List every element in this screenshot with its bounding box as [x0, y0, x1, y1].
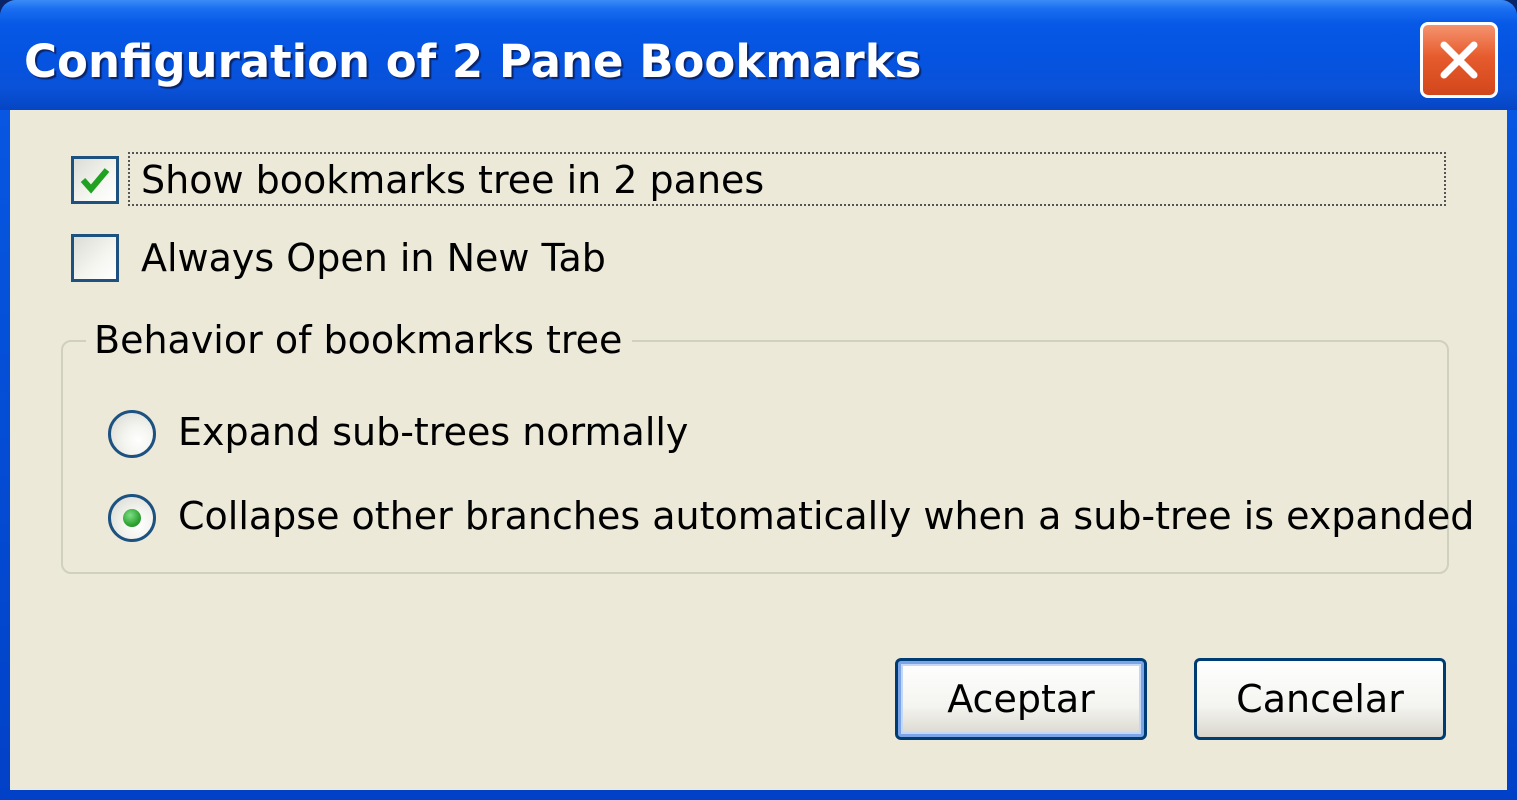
expand-normally-label: Expand sub-trees normally [178, 410, 689, 454]
checkmark-icon [80, 168, 110, 194]
show-two-panes-label: Show bookmarks tree in 2 panes [141, 158, 765, 202]
window-title: Configuration of 2 Pane Bookmarks [24, 35, 922, 88]
cancel-button[interactable]: Cancelar [1194, 658, 1446, 740]
close-x-icon [1440, 41, 1478, 79]
show-two-panes-option[interactable]: Show bookmarks tree in 2 panes [71, 150, 1451, 210]
show-two-panes-checkbox[interactable] [71, 156, 119, 204]
always-new-tab-checkbox[interactable] [71, 234, 119, 282]
collapse-branches-label: Collapse other branches automatically wh… [178, 494, 1475, 538]
close-button[interactable] [1420, 22, 1498, 98]
radio-selected-dot [123, 509, 141, 527]
ok-button[interactable]: Aceptar [895, 658, 1147, 740]
behavior-group-title: Behavior of bookmarks tree [86, 316, 633, 364]
dialog-window: Configuration of 2 Pane Bookmarks Show b… [0, 0, 1517, 800]
collapse-branches-radio[interactable] [108, 494, 156, 542]
expand-normally-radio[interactable] [108, 410, 156, 458]
collapse-branches-option[interactable]: Collapse other branches automatically wh… [108, 488, 1474, 548]
always-new-tab-label: Always Open in New Tab [141, 236, 606, 280]
title-bar[interactable]: Configuration of 2 Pane Bookmarks [0, 0, 1517, 110]
always-new-tab-option[interactable]: Always Open in New Tab [71, 228, 671, 288]
expand-normally-option[interactable]: Expand sub-trees normally [108, 404, 808, 464]
dialog-client-area: Show bookmarks tree in 2 panes Always Op… [10, 110, 1507, 790]
